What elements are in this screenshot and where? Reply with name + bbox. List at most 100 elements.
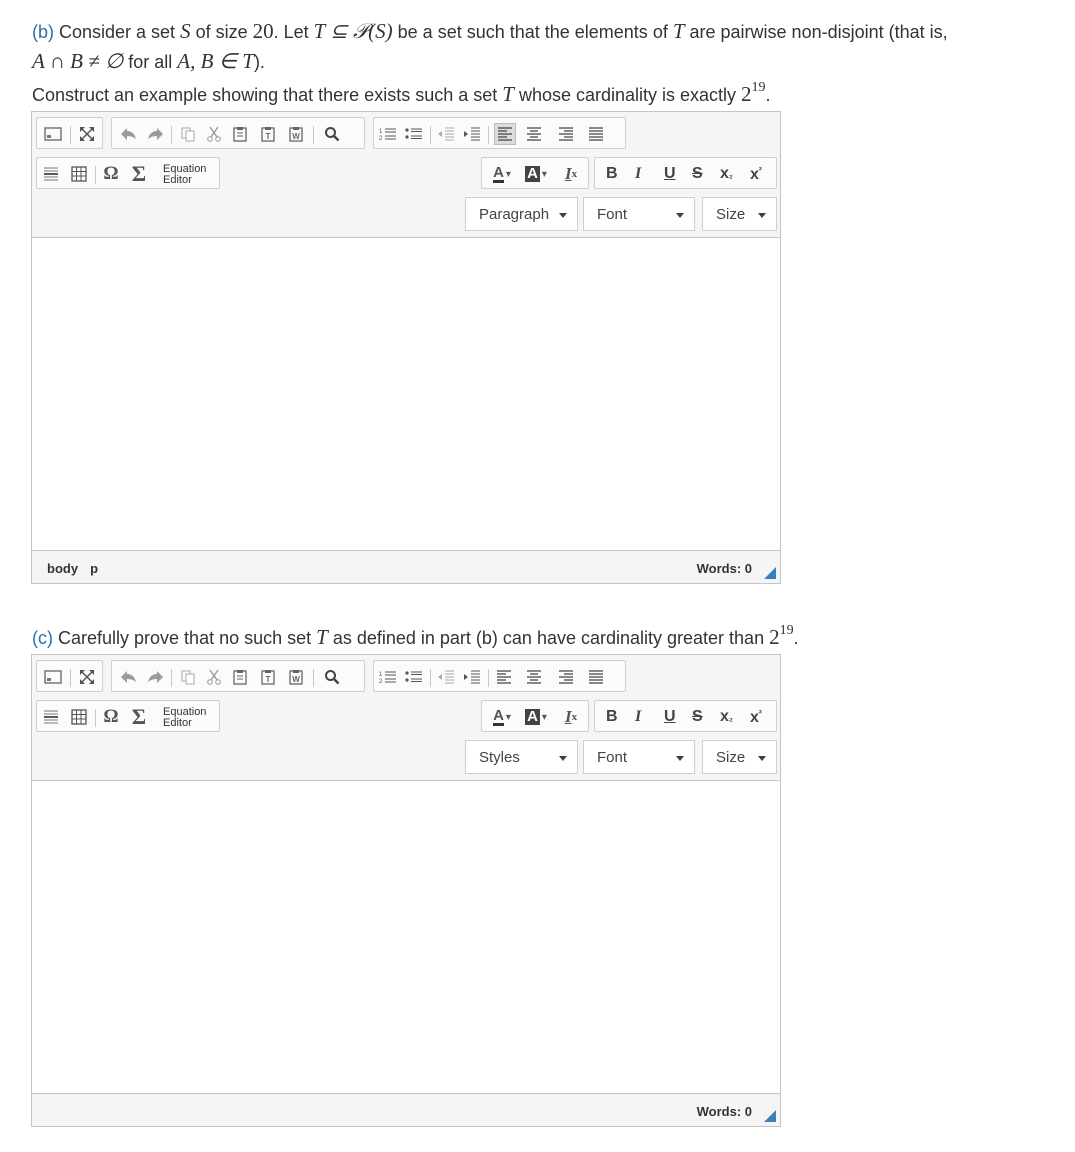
- question-text: Consider a set: [54, 22, 181, 42]
- bullet-list-icon[interactable]: [404, 668, 424, 686]
- math-number: 2: [769, 625, 780, 649]
- bg-color-button[interactable]: A ▾: [522, 708, 550, 726]
- resize-handle[interactable]: [764, 567, 776, 579]
- copy-icon[interactable]: [178, 125, 198, 143]
- size-dropdown[interactable]: Size: [702, 740, 777, 774]
- paste-icon[interactable]: [230, 125, 250, 143]
- resize-handle[interactable]: [764, 1110, 776, 1122]
- superscript-button[interactable]: x²: [750, 165, 762, 184]
- table-icon[interactable]: [69, 165, 89, 183]
- source-icon[interactable]: [43, 668, 63, 686]
- svg-text:2: 2: [379, 136, 383, 141]
- align-right-icon[interactable]: [556, 125, 576, 143]
- remove-format-button[interactable]: Ix: [558, 164, 584, 183]
- size-dropdown-label: Size: [716, 206, 746, 223]
- bold-button[interactable]: B: [606, 165, 618, 183]
- question-b-line2: A ∩ B ≠ ∅ for all A, B ∈ T).: [32, 49, 265, 74]
- indent-icon[interactable]: [462, 668, 482, 686]
- styles-dropdown[interactable]: Styles: [465, 740, 578, 774]
- redo-icon[interactable]: [145, 125, 165, 143]
- word-count: Words: 0: [696, 1104, 752, 1119]
- equation-editor-button[interactable]: Equation Editor: [163, 707, 206, 729]
- subscript-button[interactable]: x₂: [720, 165, 733, 183]
- paste-icon[interactable]: [230, 668, 250, 686]
- find-icon[interactable]: [322, 125, 342, 143]
- superscript-mark: ²: [758, 708, 762, 718]
- table-icon[interactable]: [69, 708, 89, 726]
- editor-text-area[interactable]: [32, 781, 780, 1094]
- text-color-button[interactable]: A ▾: [488, 165, 516, 183]
- question-text: .: [793, 628, 799, 648]
- word-count: Words: 0: [696, 561, 752, 576]
- find-icon[interactable]: [322, 668, 342, 686]
- equation-editor-button[interactable]: Equation Editor: [163, 164, 206, 186]
- align-center-icon[interactable]: [524, 125, 544, 143]
- horizontal-rule-icon[interactable]: [41, 708, 61, 726]
- toolbar-group-basic-styles: B I U S x₂ x²: [594, 157, 777, 189]
- italic-button[interactable]: I: [635, 165, 641, 183]
- bullet-list-icon[interactable]: [404, 125, 424, 143]
- strike-button[interactable]: S: [692, 165, 703, 183]
- question-text: be a set such that the elements of: [392, 22, 673, 42]
- bg-color-icon: A: [525, 165, 540, 182]
- numbered-list-icon[interactable]: 12: [378, 668, 398, 686]
- copy-icon[interactable]: [178, 668, 198, 686]
- text-color-button[interactable]: A ▾: [488, 708, 516, 726]
- justify-icon[interactable]: [586, 125, 606, 143]
- cut-icon[interactable]: [204, 125, 224, 143]
- question-text: whose cardinality is exactly: [513, 85, 742, 105]
- special-char-icon[interactable]: Ω: [101, 163, 121, 184]
- paste-word-icon[interactable]: W: [286, 668, 306, 686]
- sigma-icon[interactable]: Σ: [129, 704, 149, 729]
- question-text: ).: [253, 52, 265, 72]
- underline-button[interactable]: U: [664, 165, 676, 183]
- path-p[interactable]: p: [90, 561, 98, 576]
- font-dropdown[interactable]: Font: [583, 740, 695, 774]
- svg-text:W: W: [292, 132, 300, 141]
- subscript-button[interactable]: x₂: [720, 708, 733, 726]
- superscript-button[interactable]: x²: [750, 708, 762, 727]
- strike-button[interactable]: S: [692, 708, 703, 726]
- maximize-icon[interactable]: [77, 125, 97, 143]
- align-left-icon[interactable]: [494, 668, 514, 686]
- toolbar-group-document: [36, 117, 103, 149]
- italic-button[interactable]: I: [635, 708, 641, 726]
- svg-text:T: T: [266, 675, 271, 684]
- justify-icon[interactable]: [586, 668, 606, 686]
- source-icon[interactable]: [43, 125, 63, 143]
- font-dropdown[interactable]: Font: [583, 197, 695, 231]
- outdent-icon[interactable]: [436, 668, 456, 686]
- paste-word-icon[interactable]: W: [286, 125, 306, 143]
- question-text: as defined in part (b) can have cardinal…: [327, 628, 770, 648]
- paste-text-icon[interactable]: T: [258, 668, 278, 686]
- bg-color-button[interactable]: A ▾: [522, 165, 550, 183]
- maximize-icon[interactable]: [77, 668, 97, 686]
- align-left-icon[interactable]: [494, 123, 516, 145]
- math-var: T: [672, 19, 685, 43]
- remove-format-button[interactable]: Ix: [558, 707, 584, 726]
- horizontal-rule-icon[interactable]: [41, 165, 61, 183]
- undo-icon[interactable]: [119, 668, 139, 686]
- paste-text-icon[interactable]: T: [258, 125, 278, 143]
- superscript-label: x: [750, 166, 759, 183]
- size-dropdown[interactable]: Size: [702, 197, 777, 231]
- outdent-icon[interactable]: [436, 125, 456, 143]
- undo-icon[interactable]: [119, 125, 139, 143]
- indent-icon[interactable]: [462, 125, 482, 143]
- editor-text-area[interactable]: [32, 238, 780, 551]
- cut-icon[interactable]: [204, 668, 224, 686]
- redo-icon[interactable]: [145, 668, 165, 686]
- bold-button[interactable]: B: [606, 708, 618, 726]
- numbered-list-icon[interactable]: 12: [378, 125, 398, 143]
- align-right-icon[interactable]: [556, 668, 576, 686]
- format-dropdown[interactable]: Paragraph: [465, 197, 578, 231]
- question-text: Carefully prove that no such set: [53, 628, 317, 648]
- element-path: body p: [47, 561, 110, 576]
- question-text: of size: [190, 22, 253, 42]
- underline-button[interactable]: U: [664, 708, 676, 726]
- sigma-icon[interactable]: Σ: [129, 161, 149, 186]
- align-center-icon[interactable]: [524, 668, 544, 686]
- path-body[interactable]: body: [47, 561, 78, 576]
- special-char-icon[interactable]: Ω: [101, 706, 121, 727]
- subscript-label: x: [720, 708, 729, 725]
